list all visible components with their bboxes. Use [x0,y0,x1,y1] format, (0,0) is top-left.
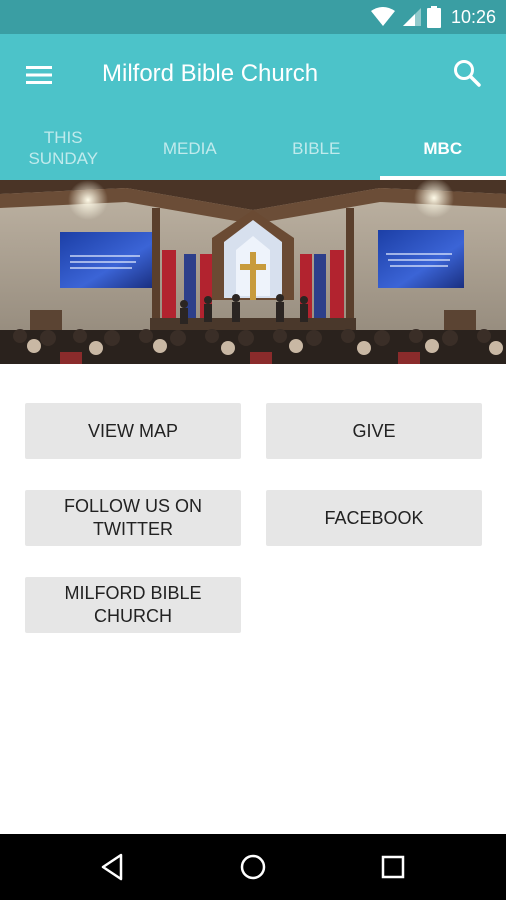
status-icons: 10:26 [370,0,496,34]
app-title: Milford Bible Church [102,60,319,87]
twitter-label: FOLLOW US ON TWITTER [63,496,202,539]
app-toolbar: Milford Bible Church [0,34,506,116]
tab-label: MEDIA [162,138,217,158]
tab-bar: THIS SUNDAY MEDIA BIBLE MBC [0,116,506,180]
tab-media[interactable]: MEDIA [127,116,254,180]
wifi-icon [370,7,395,26]
signal-icon [402,8,421,26]
tab-this-sunday[interactable]: THIS SUNDAY [0,116,127,180]
give-button[interactable]: GIVE [266,403,482,459]
menu-icon [26,66,52,84]
tab-bible[interactable]: BIBLE [253,116,380,180]
search-icon [454,60,481,87]
tab-label: MBC [423,138,463,158]
status-bar: 10:26 [0,0,506,34]
facebook-label: FACEBOOK [324,507,424,528]
give-label: GIVE [352,420,396,441]
menu-button[interactable] [24,60,54,90]
tab-mbc[interactable]: MBC [379,116,506,180]
home-button[interactable] [236,850,270,884]
view-map-button[interactable]: VIEW MAP [25,403,241,459]
search-button[interactable] [452,58,482,88]
twitter-button[interactable]: FOLLOW US ON TWITTER [25,490,241,546]
back-button[interactable] [96,850,130,884]
tab-label: BIBLE [292,138,341,158]
facebook-button[interactable]: FACEBOOK [266,490,482,546]
recents-button[interactable] [376,850,410,884]
church-website-button[interactable]: MILFORD BIBLE CHURCH [25,577,241,633]
church-banner-image [0,180,506,364]
home-icon [240,854,266,880]
church-label: MILFORD BIBLE CHURCH [64,583,202,626]
view-map-label: VIEW MAP [87,420,178,441]
back-icon [101,853,123,881]
tab-label: THIS SUNDAY [28,128,99,168]
system-nav-bar [0,834,506,900]
recents-icon [381,855,405,879]
battery-icon [426,6,441,28]
status-time: 10:26 [450,6,496,27]
